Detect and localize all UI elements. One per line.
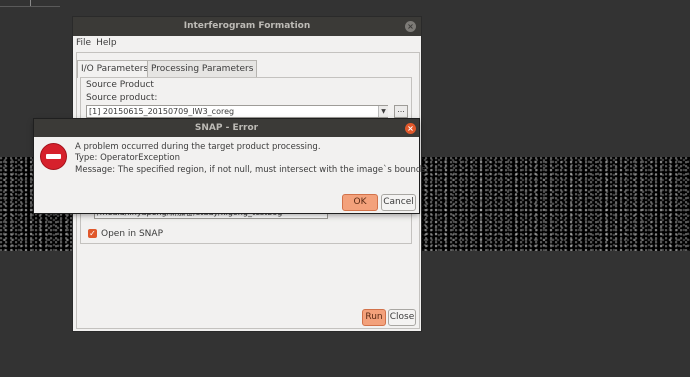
close-icon[interactable]: × <box>405 21 416 32</box>
window-title: Interferogram Formation <box>183 21 311 31</box>
checkbox-check-icon[interactable]: ✓ <box>88 229 97 238</box>
source-product-value: [1] 20150615_20150709_IW3_coreg <box>89 107 235 116</box>
menu-file[interactable]: File <box>76 38 91 48</box>
menubar: File Help <box>76 38 122 48</box>
error-detail-line: Message: The specified region, if not nu… <box>75 165 429 175</box>
error-type-line: Type: OperatorException <box>75 153 180 163</box>
snap-error-dialog: SNAP - Error × A problem occurred during… <box>34 119 428 213</box>
tab-io-parameters[interactable]: I/O Parameters <box>77 60 153 78</box>
error-message-line-1: A problem occurred during the target pro… <box>75 142 321 152</box>
source-product-label: Source product: <box>86 93 158 103</box>
menu-help[interactable]: Help <box>96 38 117 48</box>
dialog-titlebar: SNAP - Error × <box>34 119 419 137</box>
close-icon[interactable]: × <box>405 123 416 134</box>
tab-processing-parameters[interactable]: Processing Parameters <box>147 60 258 77</box>
ok-button[interactable]: OK <box>342 194 378 211</box>
close-button[interactable]: Close <box>388 309 416 326</box>
window-titlebar: Interferogram Formation × <box>73 17 421 36</box>
run-button[interactable]: Run <box>362 309 386 326</box>
source-group-label: Source Product <box>86 80 154 90</box>
chevron-down-icon[interactable]: ▼ <box>378 106 388 117</box>
open-in-snap-label: Open in SNAP <box>101 229 163 239</box>
background-guide-line <box>0 6 60 7</box>
source-product-combo[interactable]: [1] 20150615_20150709_IW3_coreg <box>86 105 388 118</box>
error-icon <box>40 143 67 170</box>
browse-source-button[interactable]: ... <box>394 105 408 118</box>
dialog-title: SNAP - Error <box>194 123 259 133</box>
cancel-button[interactable]: Cancel <box>381 194 416 211</box>
